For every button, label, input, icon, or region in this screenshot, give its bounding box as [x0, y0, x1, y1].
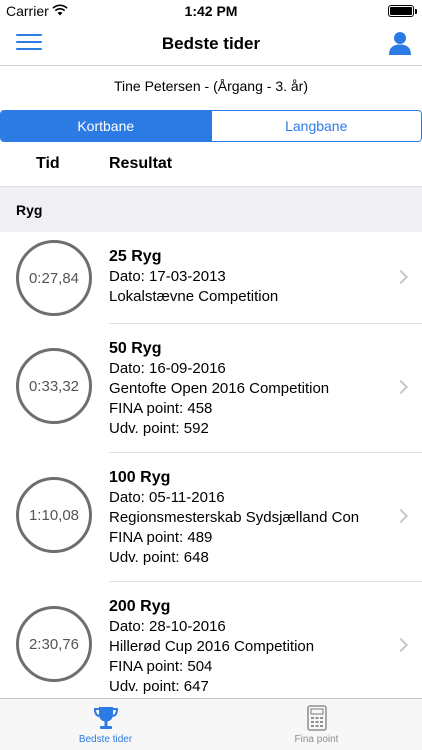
result-details: 50 Ryg Dato: 16-09-2016 Gentofte Open 20… — [109, 339, 382, 439]
time-circle: 1:10,08 — [16, 477, 92, 553]
event-name: 100 Ryg — [109, 469, 171, 486]
tab-bedste-tider[interactable]: Bedste tider — [0, 699, 211, 750]
result-date: Dato: 16-09-2016 — [109, 360, 226, 377]
result-details: 200 Ryg Dato: 28-10-2016 Hillerød Cup 20… — [109, 597, 382, 697]
fina-points: FINA point: 489 — [109, 529, 213, 546]
competition-name: Hillerød Cup 2016 Competition — [109, 638, 315, 655]
competition-name: Regionsmesterskab Sydsjælland Con — [109, 509, 360, 526]
column-header-resultat: Resultat — [109, 155, 173, 172]
fina-points: FINA point: 458 — [109, 400, 213, 417]
result-date: Dato: 17-03-2013 — [109, 268, 226, 285]
results-list: 0:27,84 25 Ryg Dato: 17-03-2013 Lokalstæ… — [0, 232, 422, 698]
segment-langbane[interactable]: Langbane — [210, 111, 421, 141]
section-title: Ryg — [16, 202, 43, 218]
calculator-icon — [306, 705, 327, 736]
swimmer-name: Tine Petersen - (Årgang - 3. år) — [113, 78, 308, 94]
clock: 1:42 PM — [184, 3, 238, 19]
udv-points: Udv. point: 592 — [109, 420, 209, 437]
status-bar: Carrier 1:42 PM — [0, 0, 422, 22]
time-circle: 2:30,76 — [16, 606, 92, 682]
segment-kortbane[interactable]: Kortbane — [1, 111, 211, 141]
event-name: 25 Ryg — [109, 248, 162, 265]
result-details: 25 Ryg Dato: 17-03-2013 Lokalstævne Comp… — [109, 247, 382, 307]
udv-points: Udv. point: 647 — [109, 678, 209, 695]
result-row[interactable]: 0:27,84 25 Ryg Dato: 17-03-2013 Lokalstæ… — [0, 232, 422, 324]
battery-icon — [388, 5, 417, 17]
result-date: Dato: 05-11-2016 — [109, 489, 225, 506]
pool-length-segmented-control: Kortbane Langbane — [0, 110, 422, 142]
time-circle: 0:27,84 — [16, 240, 92, 316]
result-details: 100 Ryg Dato: 05-11-2016 Regionsmestersk… — [109, 468, 382, 568]
section-header: Ryg — [0, 187, 422, 232]
result-date: Dato: 28-10-2016 — [109, 618, 226, 635]
result-row[interactable]: 0:33,32 50 Ryg Dato: 16-09-2016 Gentofte… — [0, 324, 422, 453]
result-row[interactable]: 1:10,08 100 Ryg Dato: 05-11-2016 Regions… — [0, 453, 422, 582]
udv-points: Udv. point: 648 — [109, 549, 209, 566]
time-circle: 0:33,32 — [16, 348, 92, 424]
competition-name: Gentofte Open 2016 Competition — [109, 380, 330, 397]
table-header: Tid Resultat — [0, 142, 422, 187]
result-row[interactable]: 2:30,76 200 Ryg Dato: 28-10-2016 Hillerø… — [0, 582, 422, 698]
event-name: 50 Ryg — [109, 340, 162, 357]
trophy-icon — [93, 705, 119, 736]
navigation-bar: Bedste tider — [0, 22, 422, 66]
column-header-tid: Tid — [36, 155, 60, 172]
tab-fina-point[interactable]: Fina point — [211, 699, 422, 750]
chevron-right-icon — [393, 637, 409, 653]
chevron-right-icon — [393, 508, 409, 524]
page-title: Bedste tider — [161, 34, 261, 53]
fina-points: FINA point: 504 — [109, 658, 213, 675]
event-name: 200 Ryg — [109, 598, 171, 615]
tab-bar: Bedste tider Fina point — [0, 698, 422, 750]
competition-name: Lokalstævne Competition — [109, 288, 279, 305]
chevron-right-icon — [393, 379, 409, 395]
tab-label: Bedste tider — [78, 734, 133, 745]
profile-icon[interactable] — [388, 30, 412, 56]
tab-label: Fina point — [294, 734, 339, 745]
chevron-right-icon — [393, 269, 409, 285]
